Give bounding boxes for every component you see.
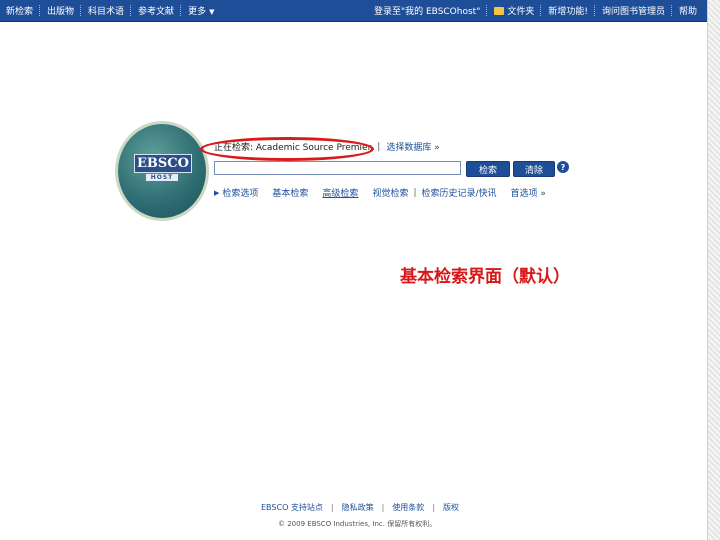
clear-button[interactable]: 清除 xyxy=(513,161,555,177)
ebsco-host-logo: EBSCO HOST xyxy=(118,124,206,218)
divider: | xyxy=(381,503,385,512)
nav-help[interactable]: 帮助 xyxy=(673,4,703,17)
nav-ask-librarian[interactable]: 询问图书管理员 xyxy=(596,4,671,17)
preferences-link[interactable]: 首选项 » xyxy=(511,186,546,199)
basic-search-link[interactable]: 基本检索 xyxy=(272,186,308,199)
top-navigation-bar: 新检索 出版物 科目术语 参考文献 更多 ▼ 登录至"我的 EBSCOhost" … xyxy=(0,0,707,22)
logo-text: EBSCO xyxy=(134,154,192,173)
search-options-link[interactable]: 检索选项 xyxy=(222,186,258,199)
choose-databases-link[interactable]: 选择数据库 » xyxy=(386,140,439,153)
nav-more[interactable]: 更多 ▼ xyxy=(182,4,220,17)
search-input[interactable] xyxy=(214,161,461,175)
highlight-oval xyxy=(200,137,374,161)
help-icon[interactable]: ? xyxy=(557,161,569,173)
search-mode-links: ▶ 检索选项 基本检索 高级检索 视觉检索 | 检索历史记录/快讯 首选项 » xyxy=(214,186,546,200)
footer-privacy-link[interactable]: 隐私政策 xyxy=(342,502,374,513)
search-button[interactable]: 检索 xyxy=(466,161,510,177)
folder-icon xyxy=(494,6,505,15)
nav-folder[interactable]: 文件夹 xyxy=(488,4,540,17)
footer-terms-link[interactable]: 使用条款 xyxy=(392,502,424,513)
nav-new-search[interactable]: 新检索 xyxy=(0,4,39,17)
visual-search-link[interactable]: 视觉检索 xyxy=(372,186,408,199)
top-nav-left: 新检索 出版物 科目术语 参考文献 更多 ▼ xyxy=(0,0,220,21)
divider: | xyxy=(377,141,381,152)
annotation-caption: 基本检索界面（默认） xyxy=(400,267,570,287)
triangle-right-icon: ▶ xyxy=(214,188,220,197)
divider: | xyxy=(432,503,436,512)
logo-subtext: HOST xyxy=(146,174,178,181)
top-nav-right: 登录至"我的 EBSCOhost" 文件夹 新增功能! 询问图书管理员 帮助 xyxy=(368,0,707,21)
search-history-link[interactable]: 检索历史记录/快讯 xyxy=(422,186,497,199)
nav-more-label: 更多 xyxy=(188,7,207,17)
caret-down-icon: ▼ xyxy=(209,8,215,16)
footer-copyright-link[interactable]: 版权 xyxy=(443,502,459,513)
nav-sign-in[interactable]: 登录至"我的 EBSCOhost" xyxy=(368,4,486,17)
advanced-search-link[interactable]: 高级检索 xyxy=(322,186,358,199)
window-scrollbar[interactable] xyxy=(707,0,720,540)
nav-new-features[interactable]: 新增功能! xyxy=(542,4,594,17)
divider: | xyxy=(330,503,334,512)
footer-links: EBSCO 支持站点 | 隐私政策 | 使用条款 | 版权 xyxy=(261,502,459,513)
nav-references[interactable]: 参考文献 xyxy=(132,4,180,17)
nav-subject-terms[interactable]: 科目术语 xyxy=(82,4,130,17)
nav-publications[interactable]: 出版物 xyxy=(41,4,80,17)
divider: | xyxy=(413,187,417,198)
nav-folder-label: 文件夹 xyxy=(507,7,535,17)
copyright-text: © 2009 EBSCO Industries, Inc. 保留所有权利。 xyxy=(278,520,437,528)
footer-support-link[interactable]: EBSCO 支持站点 xyxy=(261,502,323,513)
